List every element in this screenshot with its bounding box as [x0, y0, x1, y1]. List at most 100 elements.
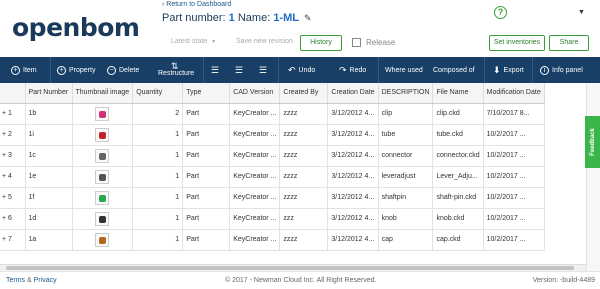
thumbnail-cell[interactable]: [72, 208, 134, 230]
thumbnail-cell[interactable]: [72, 187, 134, 209]
feedback-tab[interactable]: Feedback: [585, 116, 600, 168]
thumbnail-cell[interactable]: [72, 166, 134, 188]
quantity-cell[interactable]: 1: [132, 124, 184, 146]
column-header-file-name[interactable]: File Name: [432, 83, 484, 104]
info-panel-button[interactable]: i Info panel: [540, 57, 583, 83]
cad-version-cell[interactable]: KeyCreator ...: [229, 166, 281, 188]
part-thumbnail-image[interactable]: [95, 169, 110, 184]
align-left-button[interactable]: ☰: [211, 57, 219, 83]
created-by-cell[interactable]: zzz: [279, 208, 329, 230]
add-item-button[interactable]: + Item: [11, 57, 37, 83]
vertical-scrollbar[interactable]: [586, 83, 600, 271]
align-center-button[interactable]: ☰: [235, 57, 243, 83]
column-header-description[interactable]: DESCRIPTION: [378, 83, 434, 104]
cad-version-cell[interactable]: KeyCreator ...: [229, 103, 281, 125]
type-cell[interactable]: Part: [182, 145, 231, 167]
row-index-cell[interactable]: + 6: [0, 208, 26, 230]
expand-plus-icon[interactable]: +: [2, 215, 6, 222]
created-by-cell[interactable]: zzzz: [279, 145, 329, 167]
part-thumbnail-image[interactable]: [95, 127, 110, 142]
terms-link[interactable]: Terms: [6, 277, 25, 284]
file-name-cell[interactable]: clip.ckd: [432, 103, 484, 125]
file-name-cell[interactable]: shaft-pin.ckd: [432, 187, 484, 209]
part-number-cell[interactable]: 1c: [25, 145, 73, 167]
creation-date-cell[interactable]: 3/12/2012 4...: [327, 187, 379, 209]
restructure-button[interactable]: ⇅ Restructure: [158, 57, 194, 83]
row-index-cell[interactable]: + 5: [0, 187, 26, 209]
part-thumbnail-image[interactable]: [95, 211, 110, 226]
horizontal-scrollbar[interactable]: [0, 264, 586, 271]
description-cell[interactable]: clip: [378, 103, 434, 125]
part-thumbnail-image[interactable]: [95, 232, 110, 247]
part-number-cell[interactable]: 1b: [25, 103, 73, 125]
expand-plus-icon[interactable]: +: [2, 194, 6, 201]
row-index-cell[interactable]: + 7: [0, 229, 26, 251]
part-thumbnail-image[interactable]: [95, 190, 110, 205]
creation-date-cell[interactable]: 3/12/2012 4...: [327, 103, 379, 125]
expand-plus-icon[interactable]: +: [2, 152, 6, 159]
cad-version-cell[interactable]: KeyCreator ...: [229, 187, 281, 209]
expand-plus-icon[interactable]: +: [2, 131, 6, 138]
part-number-cell[interactable]: 1e: [25, 166, 73, 188]
row-index-cell[interactable]: + 1: [0, 103, 26, 125]
row-index-cell[interactable]: + 2: [0, 124, 26, 146]
part-number-cell[interactable]: 1a: [25, 229, 73, 251]
save-new-revision-button[interactable]: Save new revision: [236, 38, 293, 45]
help-icon[interactable]: ?: [494, 6, 507, 19]
share-button[interactable]: Share: [549, 35, 589, 51]
latest-state-dropdown[interactable]: Latest state ▾: [171, 38, 215, 45]
creation-date-cell[interactable]: 3/12/2012 4...: [327, 145, 379, 167]
part-number-cell[interactable]: 1d: [25, 208, 73, 230]
quantity-cell[interactable]: 1: [132, 145, 184, 167]
table-row[interactable]: + 1 1b 2 Part KeyCreator ... zzzz 3/12/2012 4.…: [0, 103, 545, 125]
table-row[interactable]: + 5 1f 1 Part KeyCreator ... zzzz 3/12/2012 4.…: [0, 187, 545, 209]
modification-date-cell[interactable]: 10/2/2017 ...: [483, 187, 545, 209]
history-button[interactable]: History: [300, 35, 342, 51]
file-name-cell[interactable]: connector.ckd: [432, 145, 484, 167]
thumbnail-cell[interactable]: [72, 124, 134, 146]
table-row[interactable]: + 3 1c 1 Part KeyCreator ... zzzz 3/12/2012 4.…: [0, 145, 545, 167]
type-cell[interactable]: Part: [182, 103, 231, 125]
type-cell[interactable]: Part: [182, 124, 231, 146]
edit-pencil-icon[interactable]: ✎: [304, 13, 312, 24]
scrollbar-thumb[interactable]: [6, 266, 574, 270]
modification-date-cell[interactable]: 7/10/2017 8...: [483, 103, 545, 125]
cad-version-cell[interactable]: KeyCreator ...: [229, 124, 281, 146]
modification-date-cell[interactable]: 10/2/2017 ...: [483, 145, 545, 167]
return-to-dashboard-link[interactable]: ‹ Return to Dashboard: [162, 1, 231, 8]
release-checkbox[interactable]: [352, 38, 361, 47]
quantity-cell[interactable]: 1: [132, 208, 184, 230]
type-cell[interactable]: Part: [182, 229, 231, 251]
column-header-cad-version[interactable]: CAD Version: [229, 83, 281, 104]
created-by-cell[interactable]: zzzz: [279, 229, 329, 251]
created-by-cell[interactable]: zzzz: [279, 124, 329, 146]
column-header-type[interactable]: Type: [182, 83, 231, 104]
thumbnail-cell[interactable]: [72, 229, 134, 251]
file-name-cell[interactable]: Lever_Adju...: [432, 166, 484, 188]
expand-plus-icon[interactable]: +: [2, 236, 6, 243]
expand-plus-icon[interactable]: +: [2, 173, 6, 180]
quantity-cell[interactable]: 1: [132, 187, 184, 209]
type-cell[interactable]: Part: [182, 187, 231, 209]
modification-date-cell[interactable]: 10/2/2017 ...: [483, 124, 545, 146]
creation-date-cell[interactable]: 3/12/2012 4...: [327, 229, 379, 251]
modification-date-cell[interactable]: 10/2/2017 ...: [483, 208, 545, 230]
column-header-creation-date[interactable]: Creation Date: [327, 83, 379, 104]
created-by-cell[interactable]: zzzz: [279, 166, 329, 188]
table-row[interactable]: + 2 1i 1 Part KeyCreator ... zzzz 3/12/2012 4.…: [0, 124, 545, 146]
type-cell[interactable]: Part: [182, 208, 231, 230]
type-cell[interactable]: Part: [182, 166, 231, 188]
file-name-cell[interactable]: cap.ckd: [432, 229, 484, 251]
column-header-created-by[interactable]: Created By: [279, 83, 329, 104]
file-name-cell[interactable]: tube.ckd: [432, 124, 484, 146]
description-cell[interactable]: knob: [378, 208, 434, 230]
row-index-cell[interactable]: + 4: [0, 166, 26, 188]
cad-version-cell[interactable]: KeyCreator ...: [229, 229, 281, 251]
modification-date-cell[interactable]: 10/2/2017 ...: [483, 166, 545, 188]
description-cell[interactable]: tube: [378, 124, 434, 146]
creation-date-cell[interactable]: 3/12/2012 4...: [327, 124, 379, 146]
export-button[interactable]: ⬇ Export: [493, 57, 524, 83]
quantity-cell[interactable]: 1: [132, 166, 184, 188]
created-by-cell[interactable]: zzzz: [279, 187, 329, 209]
quantity-cell[interactable]: 2: [132, 103, 184, 125]
